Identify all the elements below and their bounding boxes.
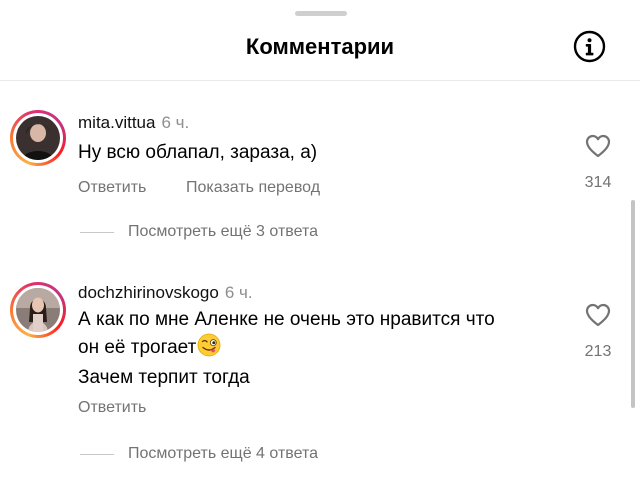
- avatar[interactable]: [10, 110, 66, 166]
- comment-line: он её трогает: [78, 337, 197, 358]
- comment-header: dochzhirinovskogo 6 ч.: [78, 283, 253, 303]
- comment-line: Ну всю облапал, зараза, а): [78, 142, 318, 163]
- heart-icon[interactable]: [585, 303, 611, 327]
- like-count: 213: [584, 343, 612, 360]
- view-replies-label: Посмотреть ещё 3 ответа: [128, 223, 319, 240]
- replies-divider: [80, 231, 114, 233]
- comment-line: Зачем терпит тогда: [78, 367, 250, 388]
- avatar[interactable]: [10, 282, 66, 338]
- heart-icon[interactable]: [585, 134, 611, 158]
- comments-sheet: Комментарии mita.vittua 6 ч. Ну всю обла…: [0, 0, 640, 487]
- reply-button[interactable]: Ответить: [78, 179, 146, 197]
- reply-button[interactable]: Ответить: [78, 399, 146, 417]
- comment-text: Ну всю облапал, зараза, а): [78, 140, 317, 166]
- show-translation-button[interactable]: Показать перевод: [186, 179, 320, 197]
- page-title: Комментарии: [245, 34, 395, 59]
- comment-line: А как по мне Аленке не очень это нравитс…: [78, 309, 495, 330]
- comment-text: А как по мне Аленке не очень это нравитс…: [78, 307, 495, 391]
- sheet-grabber[interactable]: [295, 11, 347, 16]
- header-divider: [0, 80, 640, 81]
- comment-username[interactable]: mita.vittua: [78, 113, 155, 132]
- view-replies-label: Посмотреть ещё 4 ответа: [128, 445, 319, 462]
- comment-time: 6 ч.: [224, 283, 253, 302]
- replies-divider: [80, 453, 114, 455]
- comment-username[interactable]: dochzhirinovskogo: [78, 283, 219, 302]
- view-replies-button[interactable]: Посмотреть ещё 4 ответа: [80, 445, 318, 463]
- like-count: 314: [584, 174, 612, 191]
- avatar-photo: [16, 116, 60, 160]
- avatar-photo: [16, 288, 60, 332]
- info-icon[interactable]: [573, 30, 606, 63]
- winking-face-with-tongue-emoji: [197, 333, 221, 365]
- comment-header: mita.vittua 6 ч.: [78, 113, 189, 133]
- comment-time: 6 ч.: [161, 113, 190, 132]
- comment-line-with-emoji: он её трогает: [78, 333, 495, 365]
- scrollbar[interactable]: [631, 200, 635, 408]
- view-replies-button[interactable]: Посмотреть ещё 3 ответа: [80, 223, 318, 241]
